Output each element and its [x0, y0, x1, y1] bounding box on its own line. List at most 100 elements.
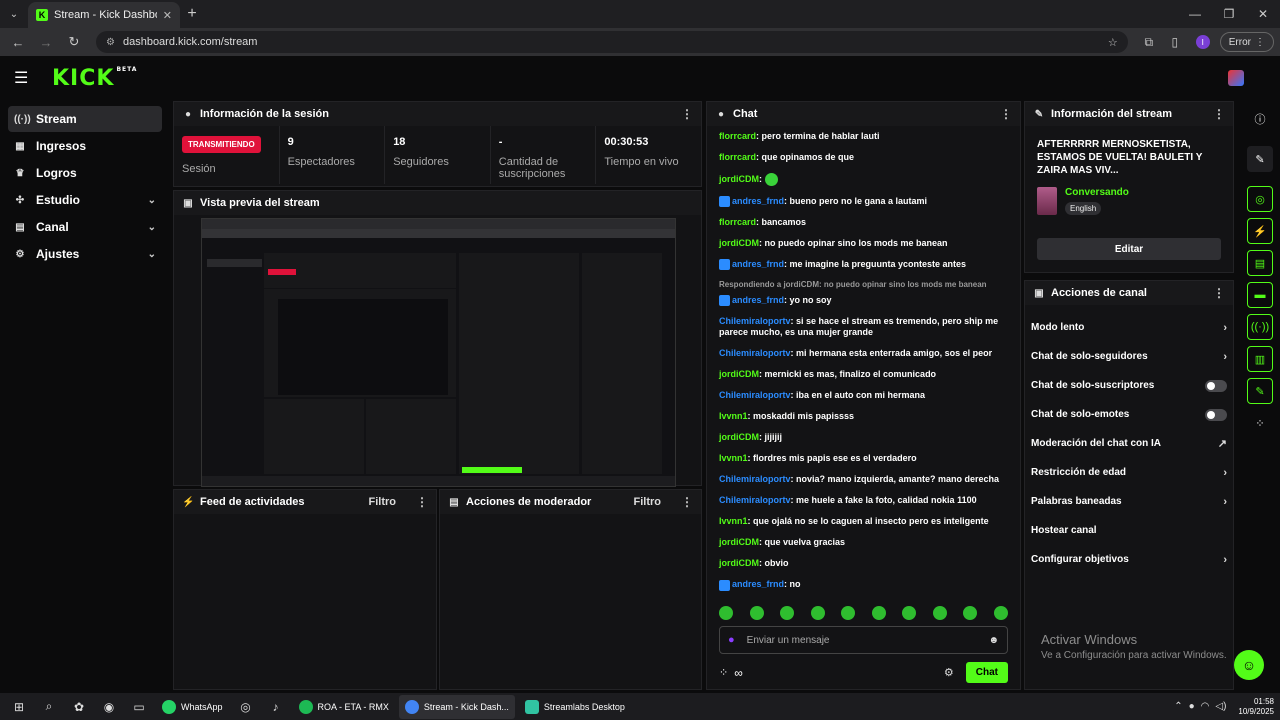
taskbar-app-chrome-kick[interactable]: Stream - Kick Dash...	[398, 694, 515, 719]
edit-layout-icon[interactable]: ✎	[1247, 146, 1273, 172]
chat-settings-icon[interactable]: ⚙	[944, 666, 954, 679]
chat-message[interactable]: jordiCDM:	[719, 168, 1008, 191]
wifi-icon[interactable]: ◠	[1201, 701, 1210, 712]
chat-message[interactable]: jordiCDM: mernicki es mas, finalizo el c…	[719, 364, 1008, 385]
chat-username[interactable]: florrcard	[719, 131, 756, 141]
emote-icon[interactable]	[871, 606, 886, 620]
chrome-icon[interactable]: ◎	[233, 700, 259, 714]
chat-message[interactable]: florrcard: que opinamos de que	[719, 147, 1008, 168]
browser-tab[interactable]: K Stream - Kick Dashboard ✕	[28, 2, 180, 28]
chat-message[interactable]: jordiCDM: que vuelva gracias	[719, 532, 1008, 553]
wrench-icon[interactable]: ✎	[1247, 378, 1273, 404]
microphone-icon[interactable]: ●	[728, 634, 735, 646]
chat-message[interactable]: florrcard: pero termina de hablar lauti	[719, 126, 1008, 147]
support-chat-icon[interactable]: ☺	[1234, 650, 1264, 680]
more-options-icon[interactable]: ⋮	[416, 495, 428, 509]
chat-message[interactable]: jordiCDM: obvio	[719, 553, 1008, 574]
channel-action-item[interactable]: Palabras baneadas ›	[1025, 487, 1233, 516]
minimize-icon[interactable]: —	[1178, 7, 1212, 21]
kick-points-icon[interactable]: ⁘	[1247, 410, 1273, 436]
chat-username[interactable]: Chilemiraloportv	[719, 348, 791, 358]
chat-message[interactable]: Chilemiraloportv: me huele a fake la fot…	[719, 490, 1008, 511]
sidebar-item-canal[interactable]: ▤ Canal ⌄	[8, 214, 162, 240]
lightning-icon[interactable]: ⚡	[1247, 218, 1273, 244]
tab-close-icon[interactable]: ✕	[163, 9, 172, 22]
emote-icon[interactable]	[993, 606, 1008, 620]
error-button[interactable]: Error ⋮	[1219, 32, 1274, 52]
channel-action-item[interactable]: Hostear canal	[1025, 516, 1233, 545]
chat-bubble-icon[interactable]: ▬	[1247, 282, 1273, 308]
emote-icon[interactable]	[749, 606, 764, 620]
copilot-icon[interactable]: ✿	[66, 700, 92, 714]
more-options-icon[interactable]: ⋮	[1000, 107, 1012, 121]
chat-username[interactable]: florrcard	[719, 152, 756, 162]
chat-username[interactable]: jordiCDM	[719, 537, 759, 547]
emote-icon[interactable]	[719, 606, 733, 620]
channel-action-item[interactable]: Configurar objetivos ›	[1025, 545, 1233, 574]
search-icon[interactable]: ⌕	[36, 699, 62, 714]
filter-button[interactable]: Filtro	[634, 496, 662, 508]
sidebar-item-ajustes[interactable]: ⚙ Ajustes ⌄	[8, 241, 162, 267]
chat-username[interactable]: Ivvnn1	[719, 453, 748, 463]
info-icon[interactable]: ⓘ	[1247, 106, 1273, 132]
edge-icon[interactable]: ◉	[96, 700, 122, 714]
taskbar-app-whatsapp[interactable]: WhatsApp	[156, 695, 229, 719]
sidebar-item-estudio[interactable]: ✣ Estudio ⌄	[8, 187, 162, 213]
chat-message-list[interactable]: florrcard: pero termina de hablar lauti f…	[707, 126, 1020, 600]
chat-username[interactable]: jordiCDM	[719, 369, 759, 379]
kick-logo[interactable]: KICK BETA	[52, 66, 137, 91]
chat-username[interactable]: andres_frnd	[732, 295, 784, 305]
back-icon[interactable]: ←	[6, 35, 30, 50]
chat-message[interactable]: andres_frnd: no	[719, 574, 1008, 595]
toggle-switch[interactable]	[1205, 408, 1227, 421]
chat-username[interactable]: jordiCDM	[719, 432, 759, 442]
chat-message[interactable]: Ivvnn1: flordres mis papis ese es el ver…	[719, 448, 1008, 469]
chat-message[interactable]: andres_frnd: me imagine la preguunta yco…	[719, 254, 1008, 275]
channel-action-item[interactable]: Chat de solo-seguidores ›	[1025, 342, 1233, 371]
restore-icon[interactable]: ❐	[1212, 7, 1246, 21]
user-list-icon[interactable]: ▥	[1247, 346, 1273, 372]
sidebar-item-ingresos[interactable]: ▦ Ingresos	[8, 133, 162, 159]
chat-username[interactable]: jordiCDM	[719, 238, 759, 248]
chevron-up-icon[interactable]: ⌃	[1174, 701, 1182, 712]
bookmark-star-icon[interactable]: ☆	[1108, 36, 1118, 49]
stream-preview-video[interactable]	[201, 218, 676, 487]
chat-message[interactable]: andres_frnd: bueno pero no le gana a lau…	[719, 191, 1008, 212]
emote-icon[interactable]	[841, 606, 856, 620]
emote-icon[interactable]	[902, 606, 917, 620]
forward-icon[interactable]: →	[34, 35, 58, 50]
channel-action-item[interactable]: Restricción de edad ›	[1025, 458, 1233, 487]
sidebar-item-stream[interactable]: ((·)) Stream	[8, 106, 162, 132]
emote-icon[interactable]	[963, 606, 978, 620]
category-name[interactable]: Conversando	[1065, 187, 1129, 198]
chat-username[interactable]: andres_frnd	[732, 579, 784, 589]
chat-username[interactable]: Ivvnn1	[719, 516, 748, 526]
broadcast-icon[interactable]: ((·))	[1247, 314, 1273, 340]
chat-message[interactable]: Ivvnn1: moskaddi mis papissss	[719, 406, 1008, 427]
sidepanel-icon[interactable]: ▯	[1164, 35, 1186, 49]
hamburger-menu-icon[interactable]: ☰	[14, 68, 38, 88]
emote-icon[interactable]	[810, 606, 825, 620]
target-icon[interactable]: ◎	[1247, 186, 1273, 212]
chat-username[interactable]: Chilemiraloportv	[719, 390, 791, 400]
channel-action-item[interactable]: Chat de solo-suscriptores	[1025, 371, 1233, 400]
chat-message[interactable]: jordiCDM: jijijij	[719, 427, 1008, 448]
emote-icon[interactable]	[932, 606, 947, 620]
new-tab-icon[interactable]: +	[180, 5, 204, 23]
more-options-icon[interactable]: ⋮	[681, 495, 693, 509]
microphone-icon[interactable]: ●	[1189, 701, 1195, 712]
chat-username[interactable]: andres_frnd	[732, 259, 784, 269]
chat-message[interactable]: Ivvnn1: me muero antes de ser infiel	[719, 596, 1008, 601]
channel-action-item[interactable]: Moderación del chat con IA ↗	[1025, 429, 1233, 458]
taskbar-app-spotify[interactable]: ROA - ETA - RMX	[293, 695, 395, 719]
chat-message[interactable]: Chilemiraloportv: si se hace el stream e…	[719, 311, 1008, 343]
site-info-icon[interactable]: ⚙	[106, 37, 115, 48]
file-explorer-icon[interactable]: ▭	[126, 700, 152, 714]
filter-button[interactable]: Filtro	[369, 496, 397, 508]
extensions-icon[interactable]: ⧉	[1138, 35, 1160, 50]
chat-message[interactable]: jordiCDM: no puedo opinar sino los mods …	[719, 233, 1008, 254]
more-options-icon[interactable]: ⋮	[1213, 107, 1225, 121]
url-field[interactable]: ⚙ dashboard.kick.com/stream ☆	[96, 31, 1128, 53]
tiktok-icon[interactable]: ♪	[263, 700, 289, 714]
chat-message[interactable]: andres_frnd: yo no soy	[719, 290, 1008, 311]
